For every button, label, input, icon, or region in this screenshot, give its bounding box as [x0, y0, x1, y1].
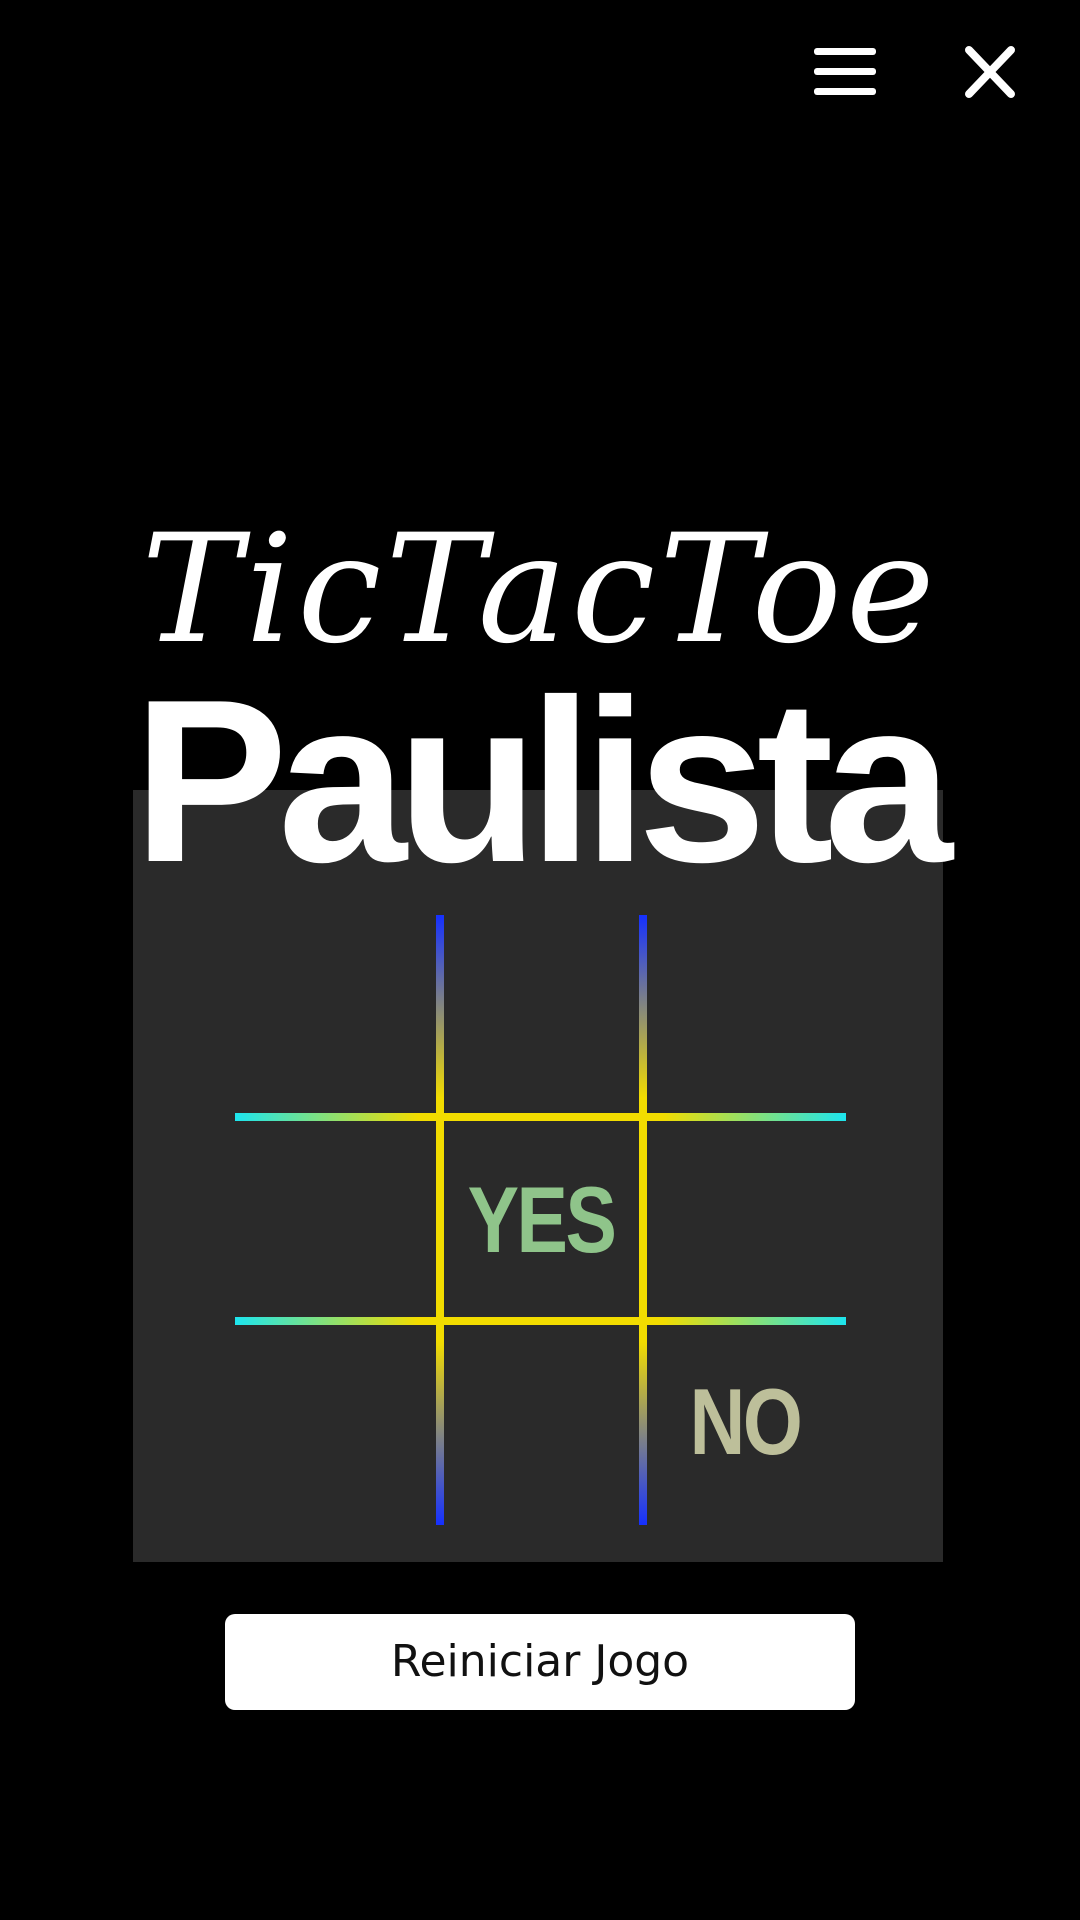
board-cell-r3c1[interactable]: [256, 1324, 420, 1524]
board-cell-r3c2[interactable]: [459, 1324, 623, 1524]
board-cell-r2c1[interactable]: [256, 1120, 420, 1320]
board-cell-r1c2[interactable]: [459, 915, 623, 1115]
game-title-main: Paulista: [133, 652, 953, 911]
board-cell-r3c3[interactable]: NO: [663, 1322, 827, 1522]
board-cell-r2c2[interactable]: YES: [459, 1120, 623, 1320]
board-cell-r2c3[interactable]: [663, 1120, 827, 1320]
game-title-script: TicTacToe: [141, 503, 939, 677]
hamburger-menu-icon[interactable]: [810, 40, 880, 104]
close-icon[interactable]: [955, 40, 1025, 104]
restart-game-button[interactable]: Reiniciar Jogo: [225, 1614, 855, 1710]
board-cell-r1c3[interactable]: [663, 915, 827, 1115]
board-cell-r1c1[interactable]: [256, 915, 420, 1115]
